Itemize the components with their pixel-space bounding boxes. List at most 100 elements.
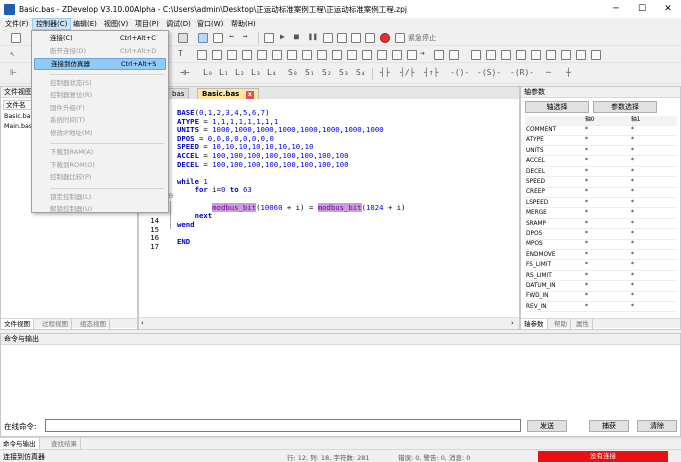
stop-icon[interactable]: ■ (294, 32, 299, 41)
tab-config-view[interactable]: 组态视图 (77, 319, 110, 329)
axis-param-row[interactable]: DATUM_IN * * (525, 282, 677, 292)
param-value-axis1[interactable]: * (631, 199, 634, 209)
step-into-icon[interactable] (323, 33, 333, 43)
align-tool-icon[interactable] (449, 50, 459, 60)
breakpoint-toggle-icon[interactable] (365, 33, 375, 43)
event-tool-icon[interactable] (576, 50, 586, 60)
scroll-right-icon[interactable]: › (511, 319, 514, 327)
param-value-axis0[interactable]: * (585, 157, 588, 167)
download-icon[interactable] (264, 33, 274, 43)
param-value-axis1[interactable]: * (631, 188, 634, 198)
axis-param-row[interactable]: FS_LIMIT * * (525, 261, 677, 271)
contact-icon[interactable]: ⊩ (10, 68, 17, 77)
axis-param-row[interactable]: ATYPE * * (525, 136, 677, 146)
ladder-s1-icon[interactable]: S₁ (305, 68, 315, 77)
axis-param-row[interactable]: DPOS * * (525, 230, 677, 240)
menu-project[interactable]: 项目(P) (132, 18, 162, 30)
combo-tool-icon[interactable] (302, 50, 312, 60)
param-value-axis1[interactable]: * (631, 147, 634, 157)
param-value-axis1[interactable]: * (631, 303, 634, 313)
axis-param-row[interactable]: DECEL * * (525, 168, 677, 178)
record-icon[interactable] (380, 33, 390, 43)
param-value-axis1[interactable]: * (631, 261, 634, 271)
code-line[interactable]: next (177, 211, 406, 221)
hline-icon[interactable]: ─ (546, 68, 551, 77)
param-value-axis0[interactable]: * (585, 230, 588, 240)
code-line[interactable] (177, 229, 406, 238)
param-value-axis0[interactable]: * (585, 261, 588, 271)
param-value-axis1[interactable]: * (631, 136, 634, 146)
param-value-axis1[interactable]: * (631, 251, 634, 261)
file-column-header[interactable]: 文件名 (3, 100, 33, 110)
run-icon[interactable]: ▶ (280, 32, 285, 41)
param-value-axis1[interactable]: * (631, 230, 634, 240)
contact-no-icon[interactable]: ┤├ (380, 68, 390, 77)
step-out-icon[interactable] (351, 33, 361, 43)
ladder-s0-icon[interactable]: S₀ (288, 68, 298, 77)
param-value-axis1[interactable]: * (631, 157, 634, 167)
menu-edit[interactable]: 编辑(E) (70, 18, 100, 30)
axis-param-row[interactable]: LSPEED * * (525, 199, 677, 209)
code-line[interactable] (177, 169, 406, 178)
pointer-icon[interactable]: ↖ (10, 49, 15, 58)
axis-param-row[interactable]: REV_IN * * (525, 303, 677, 313)
code-line[interactable]: for i=0 to 63 (177, 186, 406, 195)
print-icon[interactable] (178, 33, 188, 43)
tab-properties[interactable]: 属性 (573, 319, 593, 329)
param-value-axis1[interactable]: * (631, 272, 634, 282)
coil-reset-icon[interactable]: -(R)- (510, 68, 534, 77)
axis-param-row[interactable]: SPEED * * (525, 178, 677, 188)
dialog-tool-icon[interactable] (501, 50, 511, 60)
clear-button[interactable]: 清除 (637, 420, 677, 432)
tab-basic-bas[interactable]: Basic.bas x (197, 88, 259, 99)
contact-nc-icon[interactable]: ┤/├ (400, 68, 414, 77)
axis-select-button[interactable]: 轴选择 (525, 101, 589, 113)
editor-hscrollbar[interactable]: ‹ › (139, 317, 519, 329)
param-value-axis1[interactable]: * (631, 168, 634, 178)
param-value-axis1[interactable]: * (631, 292, 634, 302)
controller-menu-item[interactable]: 连接(C) Ctrl+Alt+C (34, 33, 166, 45)
tab-process-view[interactable]: 过程视图 (39, 319, 72, 329)
ladder-l2-icon[interactable]: L₂ (235, 68, 245, 77)
param-value-axis1[interactable]: * (631, 240, 634, 250)
slider-tool-icon[interactable] (362, 50, 372, 60)
menu-debug[interactable]: 调试(D) (163, 18, 194, 30)
axis-param-row[interactable]: UNITS * * (525, 147, 677, 157)
frame-tool-icon[interactable] (347, 50, 357, 60)
chart-tool-icon[interactable] (407, 50, 417, 60)
ladder-s2-icon[interactable]: S₂ (322, 68, 332, 77)
toolbar-tool-icon[interactable] (546, 50, 556, 60)
ladder-s3-icon[interactable]: S₃ (339, 68, 349, 77)
check-tool-icon[interactable] (257, 50, 267, 60)
param-value-axis1[interactable]: * (631, 126, 634, 136)
code-line[interactable]: wend (177, 220, 406, 230)
axis-param-row[interactable]: MERGE * * (525, 209, 677, 219)
code-line[interactable]: DECEL = 100,100,100,100,100,100,100,100 (177, 160, 406, 170)
file-item-main[interactable]: Main.bas (4, 123, 32, 130)
pause-icon[interactable]: ❚❚ (308, 32, 318, 41)
menu-tool-icon[interactable] (516, 50, 526, 60)
param-value-axis0[interactable]: * (585, 303, 588, 313)
param-value-axis0[interactable]: * (585, 168, 588, 178)
vline-icon[interactable]: ┼ (566, 68, 571, 77)
param-value-axis0[interactable]: * (585, 136, 588, 146)
axis-param-row[interactable]: ACCEL * * (525, 157, 677, 167)
arrow-tool-icon[interactable]: ➜ (420, 49, 425, 58)
coil-icon[interactable]: -()- (450, 68, 469, 77)
param-value-axis0[interactable]: * (585, 178, 588, 188)
table-tool-icon[interactable] (212, 50, 222, 60)
menu-view[interactable]: 视图(V) (101, 18, 131, 30)
minimize-button[interactable]: ─ (603, 0, 629, 18)
emergency-stop-label[interactable]: 紧急停止 (408, 33, 436, 43)
param-value-axis0[interactable]: * (585, 240, 588, 250)
file-item-basic[interactable]: Basic.bas (4, 113, 34, 120)
progress-tool-icon[interactable] (377, 50, 387, 60)
button-tool-icon[interactable] (272, 50, 282, 60)
maximize-button[interactable]: ☐ (629, 0, 655, 18)
edit-tool-icon[interactable] (242, 50, 252, 60)
axis-param-row[interactable]: SRAMP * * (525, 220, 677, 230)
controller-menu-item[interactable]: 连接到仿真器 Ctrl+Alt+S (34, 58, 166, 70)
coil-set-icon[interactable]: -(S)- (477, 68, 501, 77)
param-value-axis0[interactable]: * (585, 126, 588, 136)
param-value-axis0[interactable]: * (585, 199, 588, 209)
